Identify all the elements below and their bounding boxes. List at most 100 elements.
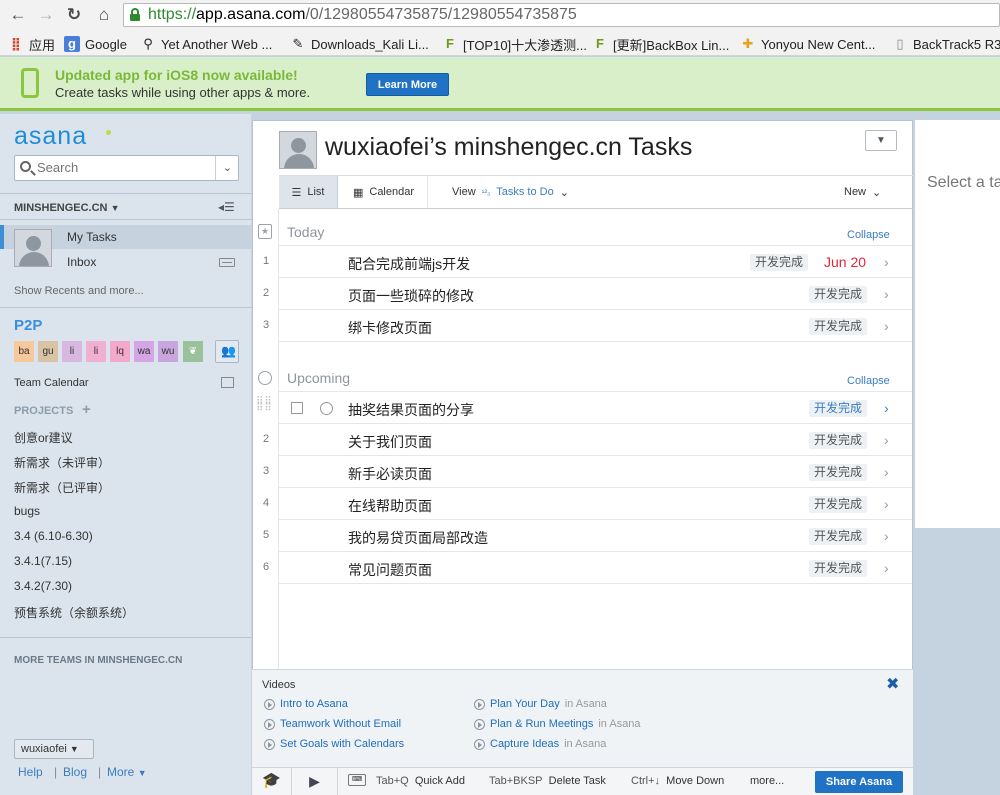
task-name[interactable]: 绑卡修改页面 — [348, 318, 432, 338]
task-name[interactable]: 配合完成前端js开发 — [348, 254, 470, 274]
video-icon[interactable]: ▶ — [292, 767, 338, 795]
checkbox-icon[interactable] — [291, 402, 303, 414]
collapse-today-link[interactable]: Collapse — [847, 229, 890, 241]
video-link[interactable]: Plan Your Day in Asana — [474, 698, 607, 710]
chevron-right-icon[interactable]: › — [884, 400, 889, 416]
task-name[interactable]: 在线帮助页面 — [348, 496, 432, 516]
asana-logo[interactable]: asana — [14, 122, 87, 151]
forward-arrow-icon[interactable]: → — [36, 5, 56, 25]
collapse-upcoming-link[interactable]: Collapse — [847, 375, 890, 387]
more-shortcuts-link[interactable]: more... — [750, 775, 784, 787]
team-name[interactable]: P2P — [14, 317, 42, 334]
project-item[interactable]: 3.4.1(7.15) — [14, 554, 72, 568]
bookmark-apps[interactable]: ⣿ 应用 — [8, 36, 55, 53]
search-input[interactable] — [37, 160, 207, 175]
back-arrow-icon[interactable]: ← — [8, 5, 28, 25]
sidebar-item-inbox[interactable]: Inbox — [67, 255, 96, 269]
workspace-switcher[interactable]: MINSHENGEC.CN ▼ — [14, 202, 120, 214]
tag-badge[interactable]: 开发完成 — [809, 496, 868, 513]
chevron-right-icon[interactable]: › — [884, 286, 889, 302]
task-name[interactable]: 我的易贷页面局部改造 — [348, 528, 488, 548]
chevron-down-icon[interactable]: ⌄ — [215, 156, 239, 180]
project-item[interactable]: 预售系统（余额系统） — [14, 604, 134, 621]
video-link[interactable]: Intro to Asana — [264, 698, 353, 710]
bookmark-yonyou[interactable]: ✚ Yonyou New Cent... — [740, 36, 876, 52]
bookmark-backtrack[interactable]: ▯ BackTrack5 R3... — [892, 36, 1000, 52]
video-link[interactable]: Plan & Run Meetings in Asana — [474, 718, 641, 730]
more-teams-link[interactable]: MORE TEAMS IN MINSHENGEC.CN — [14, 655, 182, 666]
add-project-icon[interactable]: + — [82, 401, 91, 418]
tag-badge[interactable]: 开发完成 — [809, 528, 868, 545]
help-link[interactable]: Help — [18, 765, 43, 779]
chevron-right-icon[interactable]: › — [884, 432, 889, 448]
video-link[interactable]: Teamwork Without Email — [264, 718, 406, 730]
share-asana-button[interactable]: Share Asana — [815, 771, 903, 793]
member-avatar[interactable]: wa — [134, 341, 154, 362]
reload-icon[interactable]: ↻ — [64, 5, 84, 25]
task-name[interactable]: 抽奖结果页面的分享 — [348, 400, 474, 420]
close-icon[interactable]: ✖ — [886, 674, 899, 694]
member-photo-avatar[interactable]: ❦ — [183, 341, 203, 362]
member-avatar[interactable]: wu — [158, 341, 178, 362]
drag-handle-icon[interactable]: ⠿⠿ ⠿⠿ — [256, 397, 274, 420]
due-date[interactable]: Jun 20 — [824, 254, 866, 270]
tag-badge[interactable]: 开发完成 — [750, 254, 809, 271]
project-item[interactable]: bugs — [14, 504, 40, 518]
search-box[interactable]: ⌄ — [14, 155, 239, 181]
chevron-down-icon[interactable]: ▼ — [865, 130, 897, 151]
bookmark-backbox[interactable]: F [更新]BackBox Lin... — [592, 36, 729, 53]
project-item[interactable]: 3.4.2(7.30) — [14, 579, 72, 593]
chevron-right-icon[interactable]: › — [884, 254, 889, 270]
sidebar-item-my-tasks[interactable]: My Tasks — [67, 230, 117, 244]
task-name[interactable]: 关于我们页面 — [348, 432, 432, 452]
project-item[interactable]: 新需求（未评审） — [14, 454, 110, 471]
shortcut-move-down[interactable]: Ctrl+↓ Move Down — [631, 775, 724, 787]
bookmark-google[interactable]: g Google — [64, 36, 127, 52]
tag-badge[interactable]: 开发完成 — [809, 464, 868, 481]
shortcut-delete[interactable]: Tab+BKSP Delete Task — [489, 775, 606, 787]
section-upcoming[interactable]: Upcoming — [287, 370, 350, 386]
bookmark-kali[interactable]: ✎ Downloads_Kali Li... — [290, 36, 429, 52]
tag-badge[interactable]: 开发完成 — [809, 432, 868, 449]
blog-link[interactable]: Blog — [63, 765, 87, 779]
sidebar-item-team-calendar[interactable]: Team Calendar — [14, 377, 89, 389]
member-avatar[interactable]: li — [62, 341, 82, 362]
tab-calendar[interactable]: ▦ Calendar — [340, 176, 428, 208]
user-menu-button[interactable]: wuxiaofei ▼ — [14, 739, 94, 759]
bookmark-top10[interactable]: F [TOP10]十大渗透测... — [442, 36, 587, 53]
task-name[interactable]: 页面一些琐碎的修改 — [348, 286, 474, 306]
learn-more-button[interactable]: Learn More — [366, 73, 449, 96]
tag-badge[interactable]: 开发完成 — [809, 400, 868, 417]
member-avatar[interactable]: lq — [110, 341, 130, 362]
member-avatar[interactable]: ba — [14, 341, 34, 362]
graduation-cap-icon[interactable]: 🎓 — [252, 767, 292, 795]
complete-circle-icon[interactable] — [320, 402, 333, 415]
member-avatar[interactable]: li — [86, 341, 106, 362]
new-menu-button[interactable]: New ⌄ — [844, 176, 881, 208]
url-bar[interactable]: https://app.asana.com/0/12980554735875/1… — [123, 3, 1000, 27]
bookmark-yawas[interactable]: ⚲ Yet Another Web ... — [140, 36, 272, 52]
tag-badge[interactable]: 开发完成 — [809, 286, 868, 303]
video-link[interactable]: Capture Ideas in Asana — [474, 738, 606, 750]
shortcut-quick-add[interactable]: Tab+Q Quick Add — [376, 775, 465, 787]
team-members-icon[interactable]: 👥 — [215, 340, 239, 363]
home-icon[interactable]: ⌂ — [94, 5, 114, 25]
tag-badge[interactable]: 开发完成 — [809, 560, 868, 577]
view-selector[interactable]: View ¹²₃ Tasks to Do ⌄ — [452, 176, 569, 208]
project-item[interactable]: 创意or建议 — [14, 429, 73, 446]
tab-list[interactable]: ☰ List — [279, 176, 338, 208]
show-recents-link[interactable]: Show Recents and more... — [14, 285, 144, 297]
chevron-right-icon[interactable]: › — [884, 496, 889, 512]
section-today[interactable]: Today — [287, 224, 324, 240]
member-avatar[interactable]: gu — [38, 341, 58, 362]
video-link[interactable]: Set Goals with Calendars — [264, 738, 409, 750]
chevron-right-icon[interactable]: › — [884, 560, 889, 576]
project-item[interactable]: 新需求（已评审） — [14, 479, 110, 496]
project-item[interactable]: 3.4 (6.10-6.30) — [14, 529, 93, 543]
task-name[interactable]: 常见问题页面 — [348, 560, 432, 580]
chevron-right-icon[interactable]: › — [884, 464, 889, 480]
chevron-right-icon[interactable]: › — [884, 528, 889, 544]
chevron-right-icon[interactable]: › — [884, 318, 889, 334]
task-name[interactable]: 新手必读页面 — [348, 464, 432, 484]
tag-badge[interactable]: 开发完成 — [809, 318, 868, 335]
